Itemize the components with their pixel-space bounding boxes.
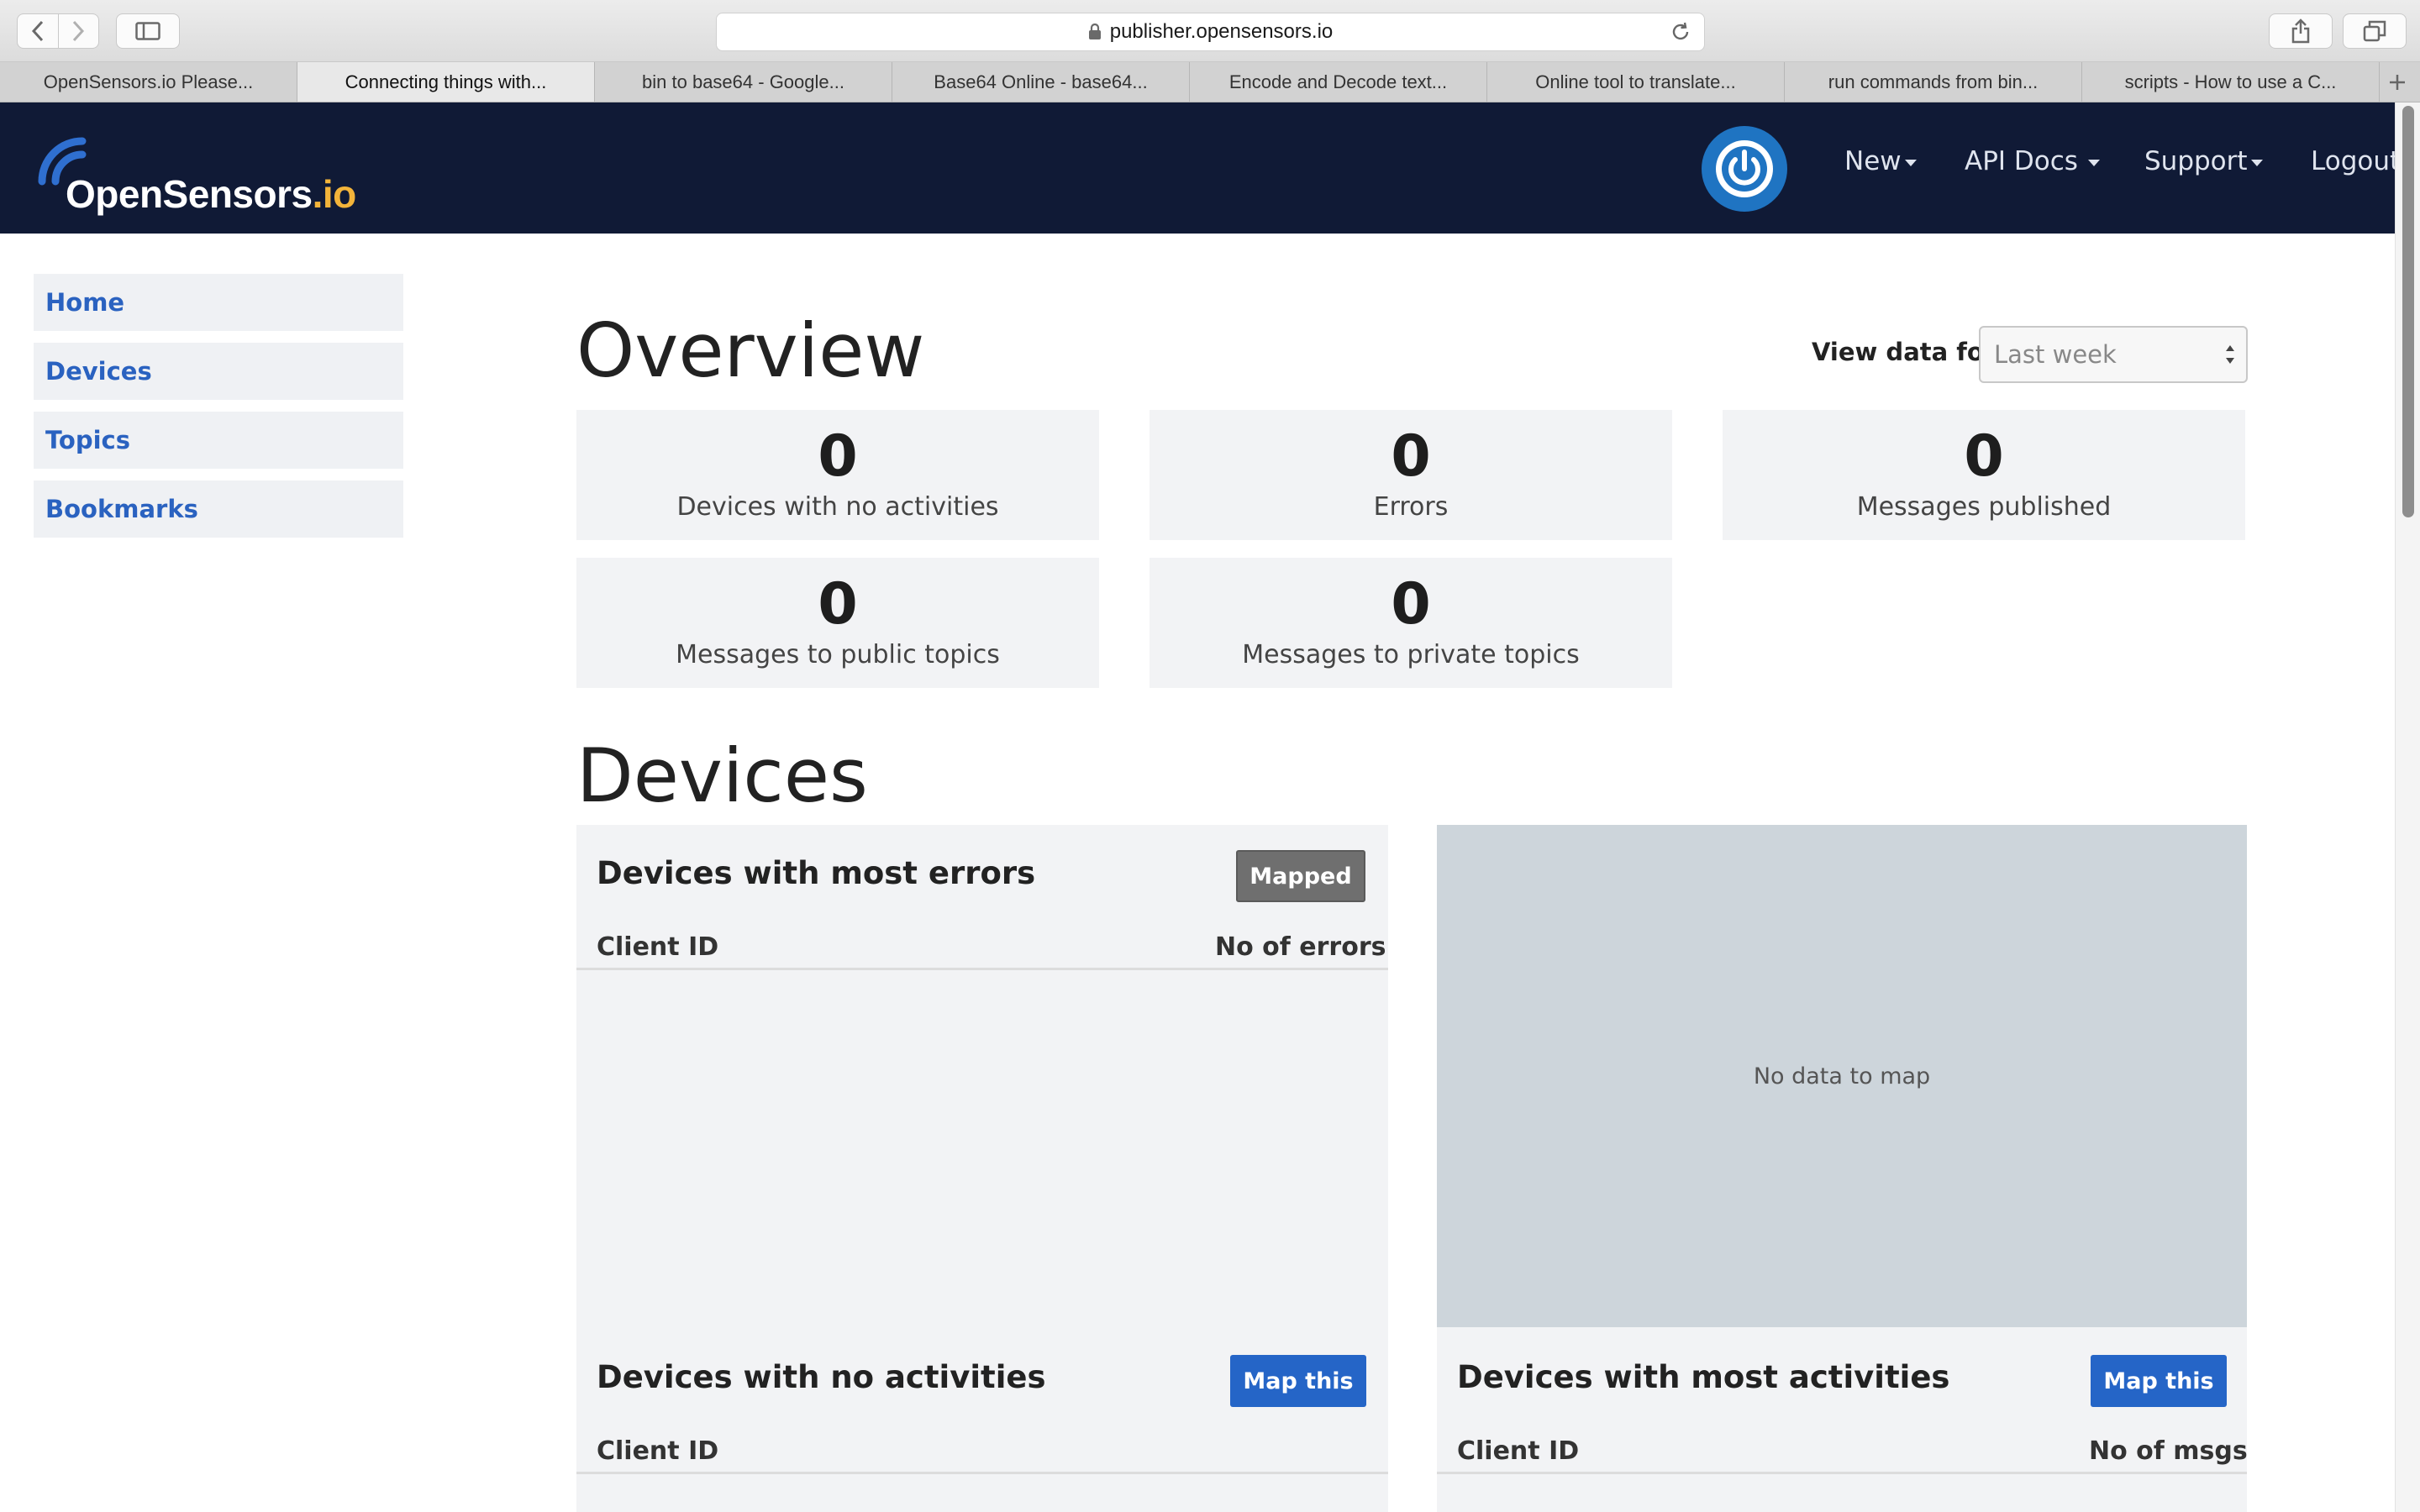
table-divider (1437, 1472, 2247, 1474)
opensensors-logo[interactable]: OpenSensors.io (32, 131, 356, 216)
chevron-left-icon (31, 20, 43, 42)
browser-tab[interactable]: bin to base64 - Google... (595, 62, 892, 102)
nav-logout-label: Logout (2311, 146, 2401, 176)
nav-new-label: New (1844, 146, 1902, 176)
browser-tab[interactable]: Encode and Decode text... (1190, 62, 1487, 102)
mapped-button[interactable]: Mapped (1236, 850, 1365, 902)
view-data-selected: Last week (1994, 340, 2117, 369)
view-data-select[interactable]: Last week (1979, 326, 2248, 383)
browser-tab[interactable]: scripts - How to use a C... (2082, 62, 2380, 102)
caret-down-icon (2250, 160, 2263, 166)
sidebar-toggle-button[interactable] (116, 13, 180, 49)
stat-card-inactive-devices: 0 Devices with no activities (576, 410, 1099, 540)
address-bar[interactable]: publisher.opensensors.io (716, 13, 1705, 51)
stat-card-private-messages: 0 Messages to private topics (1150, 558, 1672, 688)
plus-icon (2390, 74, 2405, 90)
client-id-header: Client ID (597, 1436, 719, 1466)
view-data-label: View data for (1812, 338, 1996, 366)
stat-label: Messages published (1856, 492, 2112, 522)
most-errors-panel (576, 825, 1388, 1512)
browser-tab[interactable]: Base64 Online - base64... (892, 62, 1190, 102)
tabs-icon (2363, 20, 2386, 42)
scrollbar-thumb[interactable] (2402, 106, 2414, 517)
stat-value: 0 (1391, 571, 1431, 638)
browser-tab[interactable]: Online tool to translate... (1487, 62, 1785, 102)
caret-down-icon (2087, 160, 2100, 166)
sidebar-icon (135, 22, 160, 40)
stat-card-messages-published: 0 Messages published (1723, 410, 2245, 540)
browser-toolbar: publisher.opensensors.io (0, 0, 2420, 62)
sidebar-item-devices[interactable]: Devices (34, 343, 403, 400)
new-tab-button[interactable] (2380, 62, 2415, 102)
browser-tab[interactable]: run commands from bin... (1785, 62, 2082, 102)
stat-value: 0 (818, 571, 858, 638)
no-of-errors-header: No of errors (1215, 932, 1386, 962)
map-this-button-no-activities[interactable]: Map this (1230, 1355, 1366, 1407)
caret-down-icon (1904, 160, 1917, 166)
browser-tab[interactable]: OpenSensors.io Please... (0, 62, 297, 102)
page-scrollbar[interactable] (2395, 102, 2420, 1512)
sidebar-item-topics[interactable]: Topics (34, 412, 403, 469)
stat-label: Messages to private topics (1242, 640, 1580, 669)
share-icon (2291, 18, 2310, 44)
map-this-button-most-activities[interactable]: Map this (2091, 1355, 2227, 1407)
power-icon (1716, 140, 1773, 197)
chevron-right-icon (73, 20, 85, 42)
logo-suffix-text: .io (312, 172, 357, 216)
table-divider (576, 968, 1388, 970)
share-button[interactable] (2269, 13, 2333, 49)
stat-value: 0 (1964, 423, 2004, 490)
reload-icon[interactable] (1669, 20, 1692, 44)
stat-card-public-messages: 0 Messages to public topics (576, 558, 1099, 688)
stat-card-errors: 0 Errors (1150, 410, 1672, 540)
stat-value: 0 (1391, 423, 1431, 490)
power-button[interactable] (1702, 126, 1787, 212)
history-nav (17, 13, 99, 49)
browser-tab-active[interactable]: Connecting things with... (297, 62, 595, 102)
sidebar-item-bookmarks[interactable]: Bookmarks (34, 480, 403, 538)
nav-api-docs-label: API Docs (1965, 146, 2078, 176)
stat-value: 0 (818, 423, 858, 490)
url-text: publisher.opensensors.io (1109, 20, 1334, 43)
nav-support-label: Support (2144, 146, 2248, 176)
nav-support[interactable]: Support (2144, 146, 2263, 176)
most-activities-title: Devices with most activities (1457, 1359, 1950, 1395)
tab-overview-button[interactable] (2343, 13, 2407, 49)
stat-label: Messages to public topics (676, 640, 1000, 669)
back-button[interactable] (18, 14, 58, 48)
devices-heading: Devices (576, 732, 868, 819)
no-of-msgs-header: No of msgs (2089, 1436, 2248, 1466)
logo-text: OpenSensors.io (66, 171, 356, 217)
table-divider (576, 1472, 1388, 1474)
device-map[interactable]: No data to map (1437, 825, 2247, 1327)
select-arrows-icon (2226, 345, 2234, 364)
map-empty-text: No data to map (1753, 1063, 1931, 1089)
nav-new[interactable]: New (1844, 146, 1917, 176)
most-errors-title: Devices with most errors (597, 855, 1036, 891)
logo-main-text: OpenSensors (66, 172, 313, 216)
overview-heading: Overview (576, 307, 925, 394)
tab-strip: OpenSensors.io Please... Connecting thin… (0, 62, 2420, 102)
stat-label: Errors (1373, 492, 1449, 522)
stat-label: Devices with no activities (676, 492, 999, 522)
nav-api-docs[interactable]: API Docs (1965, 146, 2100, 176)
lock-icon (1088, 24, 1101, 39)
no-activities-title: Devices with no activities (597, 1359, 1046, 1395)
sidebar-item-home[interactable]: Home (34, 274, 403, 331)
site-navbar: OpenSensors.io New API Docs Support Logo… (0, 102, 2400, 234)
client-id-header: Client ID (1457, 1436, 1580, 1466)
client-id-header: Client ID (597, 932, 719, 962)
nav-logout[interactable]: Logout (2311, 146, 2400, 176)
forward-button[interactable] (57, 14, 99, 48)
